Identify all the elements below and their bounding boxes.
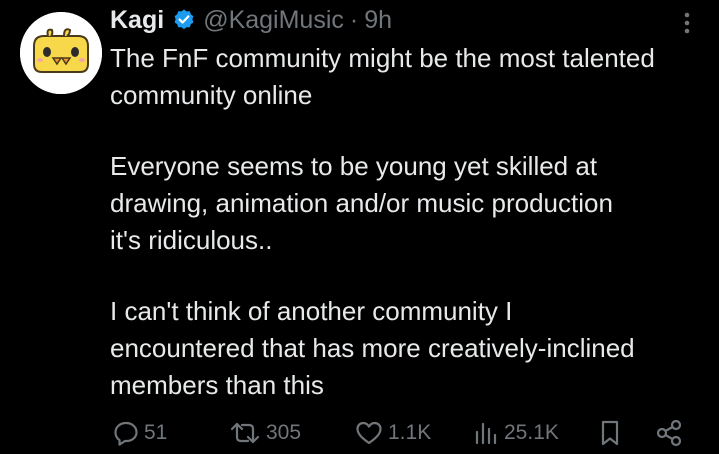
views-button[interactable]: 25.1K bbox=[472, 415, 559, 451]
tweet-line: members than this bbox=[110, 370, 324, 400]
chick-avatar-image bbox=[20, 12, 102, 94]
views-count: 25.1K bbox=[504, 421, 559, 444]
bookmark-icon bbox=[596, 418, 624, 448]
author-handle[interactable]: @KagiMusic bbox=[203, 6, 344, 35]
repost-button[interactable]: 305 bbox=[228, 415, 301, 451]
reply-count: 51 bbox=[144, 421, 168, 444]
avatar[interactable] bbox=[20, 12, 102, 94]
tweet-line: Everyone seems to be young yet skilled a… bbox=[110, 151, 598, 181]
tweet-line: it's ridiculous.. bbox=[110, 225, 273, 255]
more-vertical-icon[interactable] bbox=[681, 10, 693, 36]
heart-icon bbox=[354, 419, 384, 447]
tweet-line: community online bbox=[110, 80, 313, 110]
repost-count: 305 bbox=[266, 421, 302, 444]
views-icon bbox=[472, 419, 500, 447]
verified-badge-icon bbox=[172, 8, 196, 32]
share-button[interactable] bbox=[654, 415, 684, 451]
author-name[interactable]: Kagi bbox=[110, 6, 164, 35]
tweet-line: encountered that has more creatively-inc… bbox=[110, 333, 635, 363]
tweet: Kagi @KagiMusic · 9h The FnF community m… bbox=[0, 0, 719, 454]
reply-icon bbox=[112, 419, 140, 447]
repost-icon bbox=[228, 419, 262, 447]
tweet-line: I can't think of another community I bbox=[110, 296, 513, 326]
tweet-line: drawing, animation and/or music producti… bbox=[110, 188, 613, 218]
like-count: 1.1K bbox=[388, 421, 432, 444]
tweet-line: The FnF community might be the most tale… bbox=[110, 43, 655, 73]
tweet-paragraph: I can't think of another community I enc… bbox=[110, 293, 710, 404]
tweet-paragraph: The FnF community might be the most tale… bbox=[110, 40, 710, 114]
tweet-header: Kagi @KagiMusic · 9h bbox=[110, 4, 392, 36]
like-button[interactable]: 1.1K bbox=[354, 415, 431, 451]
post-time[interactable]: 9h bbox=[364, 6, 392, 35]
tweet-text: The FnF community might be the most tale… bbox=[110, 40, 710, 438]
share-icon bbox=[654, 418, 684, 448]
bookmark-button[interactable] bbox=[596, 415, 624, 451]
reply-button[interactable]: 51 bbox=[112, 415, 167, 451]
tweet-paragraph: Everyone seems to be young yet skilled a… bbox=[110, 148, 710, 259]
separator-dot: · bbox=[349, 5, 359, 34]
action-bar: 51 305 1.1K 25.1K bbox=[0, 415, 719, 451]
